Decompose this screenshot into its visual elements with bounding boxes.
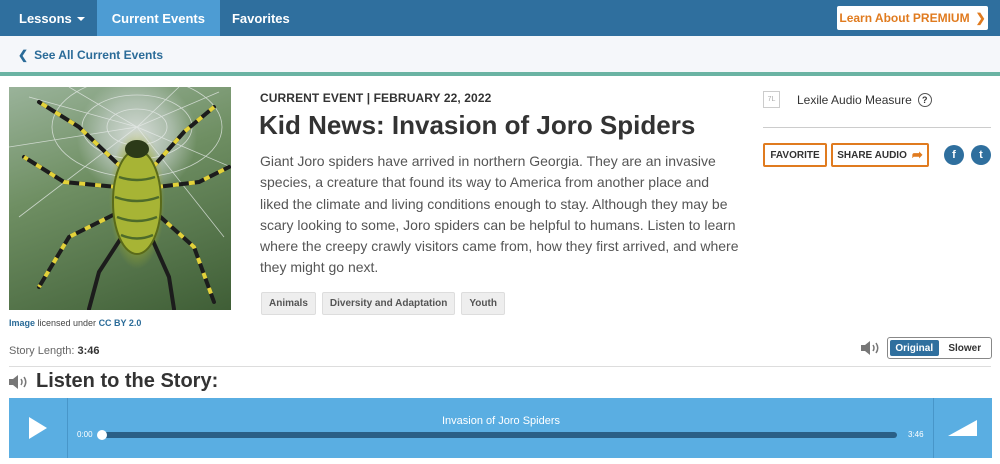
speed-slower[interactable]: Slower bbox=[941, 340, 990, 356]
share-arrow-icon: ➦ bbox=[911, 147, 923, 162]
time-total: 3:46 bbox=[908, 430, 924, 439]
nav-current-events-label: Current Events bbox=[111, 10, 205, 26]
credit-text: licensed under bbox=[35, 318, 99, 328]
sub-bar: ❮ See All Current Events bbox=[0, 36, 1000, 76]
speaker-icon bbox=[9, 374, 27, 389]
play-button[interactable] bbox=[9, 398, 68, 458]
see-all-link[interactable]: ❮ See All Current Events bbox=[18, 48, 163, 62]
nav-lessons[interactable]: Lessons bbox=[0, 0, 97, 36]
progress-handle[interactable] bbox=[97, 430, 107, 440]
tag-list: Animals Diversity and Adaptation Youth bbox=[261, 292, 505, 315]
favorite-button[interactable]: FAVORITE bbox=[763, 143, 827, 167]
facebook-icon[interactable]: f bbox=[944, 145, 964, 165]
play-icon bbox=[29, 417, 47, 439]
lexile-label: Lexile Audio Measure bbox=[797, 92, 912, 107]
spider-photo bbox=[9, 87, 231, 310]
tag-youth[interactable]: Youth bbox=[461, 292, 505, 315]
volume-icon bbox=[948, 420, 977, 436]
premium-label: Learn About PREMIUM bbox=[839, 11, 970, 25]
speed-toggle: Original Slower bbox=[887, 337, 992, 359]
page-title: Kid News: Invasion of Joro Spiders bbox=[259, 110, 696, 140]
learn-premium-button[interactable]: Learn About PREMIUM ❯ bbox=[837, 6, 988, 30]
time-current: 0:00 bbox=[77, 430, 93, 439]
story-length-label: Story Length: bbox=[9, 345, 75, 357]
story-length: Story Length: 3:46 bbox=[9, 345, 100, 357]
nav-favorites-label: Favorites bbox=[231, 10, 290, 26]
article-kicker: CURRENT EVENT | FEBRUARY 22, 2022 bbox=[260, 91, 492, 105]
listen-title: Listen to the Story: bbox=[36, 370, 219, 392]
spider-illustration bbox=[9, 87, 231, 310]
article-description: Giant Joro spiders have arrived in north… bbox=[260, 153, 739, 276]
progress-bar[interactable] bbox=[102, 432, 897, 438]
image-credit: Image licensed under CC BY 2.0 bbox=[9, 318, 141, 328]
share-audio-label: SHARE AUDIO bbox=[837, 149, 907, 161]
speed-original[interactable]: Original bbox=[890, 340, 939, 356]
chevron-left-icon: ❮ bbox=[18, 48, 29, 62]
license-link[interactable]: CC BY 2.0 bbox=[99, 318, 142, 328]
twitter-icon[interactable]: t bbox=[971, 145, 991, 165]
favorite-label: FAVORITE bbox=[770, 149, 820, 161]
lexile-badge: 7L bbox=[763, 91, 780, 108]
lexile-measure: 7L Lexile Audio Measure ? bbox=[763, 91, 932, 108]
speaker-icon bbox=[861, 341, 879, 355]
help-icon[interactable]: ? bbox=[917, 92, 932, 107]
see-all-label: See All Current Events bbox=[34, 48, 163, 62]
nav-current-events[interactable]: Current Events bbox=[96, 0, 220, 36]
top-nav: Lessons Current Events Favorites Learn A… bbox=[0, 0, 1000, 36]
divider bbox=[9, 366, 991, 367]
story-length-value: 3:46 bbox=[77, 345, 100, 357]
tag-diversity-and-adaptation[interactable]: Diversity and Adaptation bbox=[321, 292, 456, 315]
track-title: Invasion of Joro Spiders bbox=[441, 415, 560, 427]
share-audio-button[interactable]: SHARE AUDIO ➦ bbox=[831, 143, 929, 167]
divider bbox=[763, 127, 991, 128]
tag-animals[interactable]: Animals bbox=[261, 292, 316, 315]
image-link[interactable]: Image bbox=[9, 318, 35, 328]
volume-button[interactable] bbox=[933, 398, 992, 458]
audio-player: Invasion of Joro Spiders 0:00 3:46 bbox=[9, 398, 992, 458]
nav-lessons-label: Lessons bbox=[19, 10, 72, 26]
nav-favorites[interactable]: Favorites bbox=[220, 0, 302, 36]
listen-heading: Listen to the Story: bbox=[8, 370, 218, 393]
chevron-right-icon: ❯ bbox=[975, 11, 986, 25]
caret-down-icon bbox=[76, 17, 85, 21]
